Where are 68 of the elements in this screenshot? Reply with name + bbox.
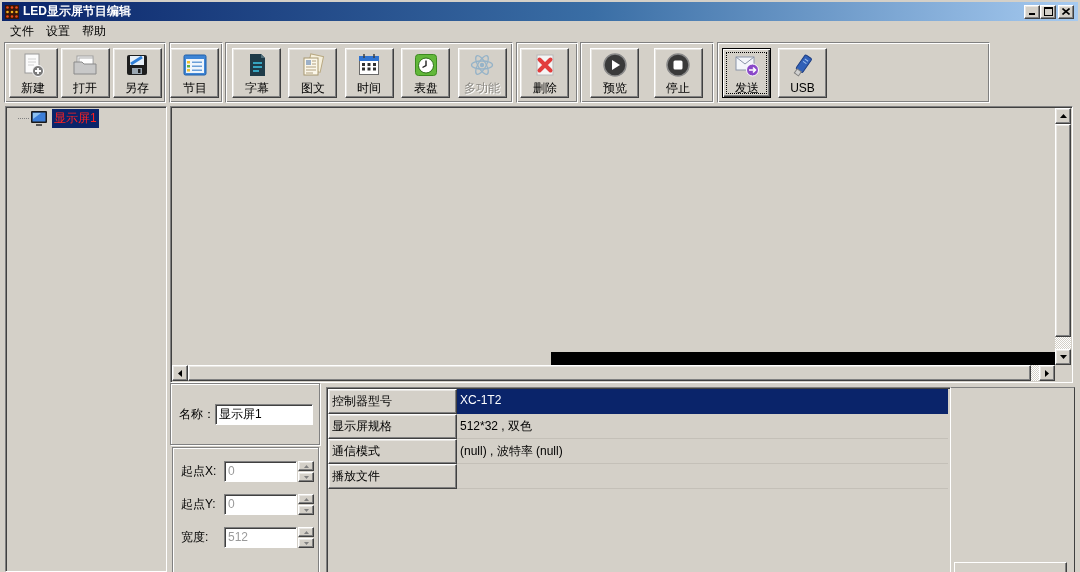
toolbar-button[interactable]: 字幕 [232, 48, 281, 98]
property-value[interactable]: XC-1T2 [457, 389, 948, 414]
spin-down-button[interactable] [298, 472, 314, 482]
down-arrow-icon [303, 541, 309, 545]
name-field[interactable]: 显示屏1 [215, 403, 313, 425]
monitor-icon [30, 109, 48, 128]
scroll-left-button[interactable] [172, 365, 188, 381]
stop-icon [665, 52, 692, 78]
down-arrow-icon [303, 508, 309, 512]
toolbar-button[interactable]: USB [778, 48, 827, 98]
scrollbar-track[interactable] [1055, 337, 1071, 349]
field-label: 起点Y: [181, 496, 217, 513]
property-value[interactable]: (null) , 波特率 (null) [457, 439, 948, 464]
toolbar-button[interactable]: 图文 [288, 48, 338, 98]
list-window-icon [181, 52, 208, 78]
tree-connector-line [18, 118, 29, 119]
right-arrow-icon [1045, 369, 1049, 377]
toolbar-button[interactable]: 打开 [60, 48, 110, 98]
toolbar-button[interactable]: 预览 [590, 48, 639, 98]
spin-down-button[interactable] [298, 538, 314, 548]
up-arrow-icon [1059, 114, 1067, 118]
spin-down-button[interactable] [298, 505, 314, 515]
toolbar-button[interactable]: 节目 [170, 48, 219, 98]
maximize-button[interactable] [1040, 4, 1056, 19]
tree-item[interactable]: 显示屏1 [52, 109, 99, 128]
menu-item[interactable]: 帮助 [76, 22, 112, 40]
up-arrow-icon [303, 497, 309, 501]
scrollbar-thumb[interactable] [188, 365, 1031, 381]
close-icon [1062, 8, 1070, 15]
left-arrow-icon [178, 369, 182, 377]
scroll-down-button[interactable] [1055, 349, 1071, 365]
play-icon [601, 52, 628, 78]
clock-icon [412, 52, 439, 78]
scroll-right-button[interactable] [1039, 365, 1055, 381]
scrollbar-thumb[interactable] [1055, 124, 1071, 337]
scrollbar-track[interactable] [1031, 365, 1039, 381]
toolbar-button[interactable]: 新建 [8, 48, 58, 98]
window-title: LED显示屏节目编辑 [23, 3, 132, 20]
down-arrow-icon [303, 475, 309, 479]
property-name: 显示屏规格 [328, 414, 457, 439]
up-arrow-icon [303, 464, 309, 468]
property-name: 控制器型号 [328, 389, 457, 414]
field-label: 宽度: [181, 529, 210, 546]
menu-item[interactable]: 设置 [40, 22, 76, 40]
folder-icon [72, 52, 99, 78]
maximize-icon [1043, 7, 1053, 16]
spin-up-button[interactable] [298, 461, 314, 471]
property-name: 播放文件 [328, 464, 457, 489]
up-arrow-icon [303, 530, 309, 534]
toolbar-button[interactable]: 时间 [344, 48, 394, 98]
toolbar-button[interactable]: 发送 [722, 48, 771, 98]
property-name: 通信模式 [328, 439, 457, 464]
spin-up-button[interactable] [298, 527, 314, 537]
field-label: 名称： [179, 405, 215, 423]
field-label: 起点X: [181, 463, 218, 480]
close-button[interactable] [1058, 4, 1074, 19]
toolbar-button[interactable]: 停止 [653, 48, 703, 98]
spin-up-button[interactable] [298, 494, 314, 504]
minimize-button[interactable] [1024, 4, 1040, 19]
scroll-up-button[interactable] [1055, 108, 1071, 124]
atom-icon [469, 52, 496, 78]
toolbar-button[interactable]: 另存 [112, 48, 162, 98]
down-arrow-icon [1059, 355, 1067, 359]
toolbar-button[interactable]: 删除 [520, 48, 569, 98]
menu-item[interactable]: 文件 [4, 22, 40, 40]
property-value[interactable]: 512*32 , 双色 [457, 414, 948, 439]
toolbar-button[interactable]: 表盘 [401, 48, 451, 98]
led-grid-icon [5, 4, 19, 19]
